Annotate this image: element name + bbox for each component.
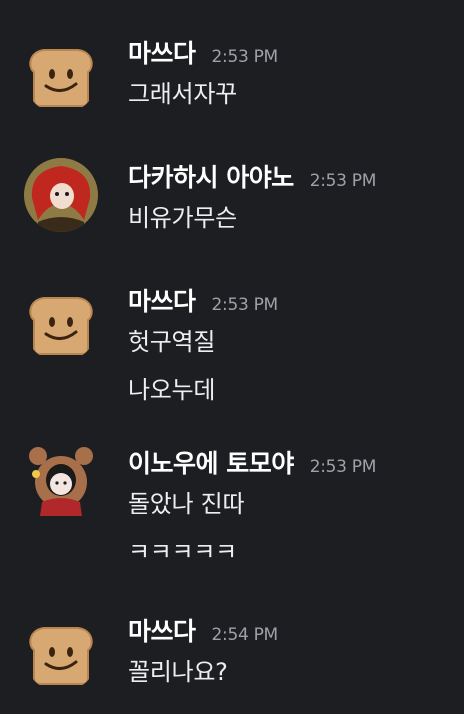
message-text: 나오누데 bbox=[128, 376, 216, 404]
username[interactable]: 마쓰다 bbox=[128, 282, 196, 318]
message-text: ㅋㅋㅋㅋㅋ bbox=[128, 538, 237, 566]
timestamp: 2:53 PM bbox=[309, 457, 377, 477]
toast-face-icon[interactable] bbox=[24, 618, 98, 692]
username[interactable]: 다카하시 아야노 bbox=[128, 158, 294, 194]
bear-hood-character-avatar[interactable] bbox=[24, 444, 98, 518]
message-text: 그래서자꾸 bbox=[128, 80, 237, 108]
username[interactable]: 마쓰다 bbox=[128, 34, 196, 70]
message-header: 마쓰다 2:54 PM bbox=[128, 612, 279, 646]
message-header: 다카하시 아야노 2:53 PM bbox=[128, 158, 377, 192]
message-header: 이노우에 토모야 2:53 PM bbox=[128, 444, 377, 478]
message-text: 꼴리나요? bbox=[128, 658, 228, 686]
timestamp: 2:54 PM bbox=[211, 625, 279, 645]
message-header: 마쓰다 2:53 PM bbox=[128, 282, 279, 316]
message-text: 헛구역질 bbox=[128, 328, 216, 356]
toast-face-icon[interactable] bbox=[24, 40, 98, 114]
username[interactable]: 마쓰다 bbox=[128, 612, 196, 648]
red-hair-character-avatar[interactable] bbox=[24, 158, 98, 232]
timestamp: 2:53 PM bbox=[211, 295, 279, 315]
toast-face-icon[interactable] bbox=[24, 288, 98, 362]
message-header: 마쓰다 2:53 PM bbox=[128, 34, 279, 68]
timestamp: 2:53 PM bbox=[309, 171, 377, 191]
message-text: 돌았나 진따 bbox=[128, 490, 245, 518]
timestamp: 2:53 PM bbox=[211, 47, 279, 67]
message-text: 비유가무슨 bbox=[128, 204, 237, 232]
chat-message-list: 마쓰다 2:53 PM 그래서자꾸 다카하시 아야노 2:53 PM 비유가무슨 bbox=[0, 0, 464, 714]
username[interactable]: 이노우에 토모야 bbox=[128, 444, 294, 480]
